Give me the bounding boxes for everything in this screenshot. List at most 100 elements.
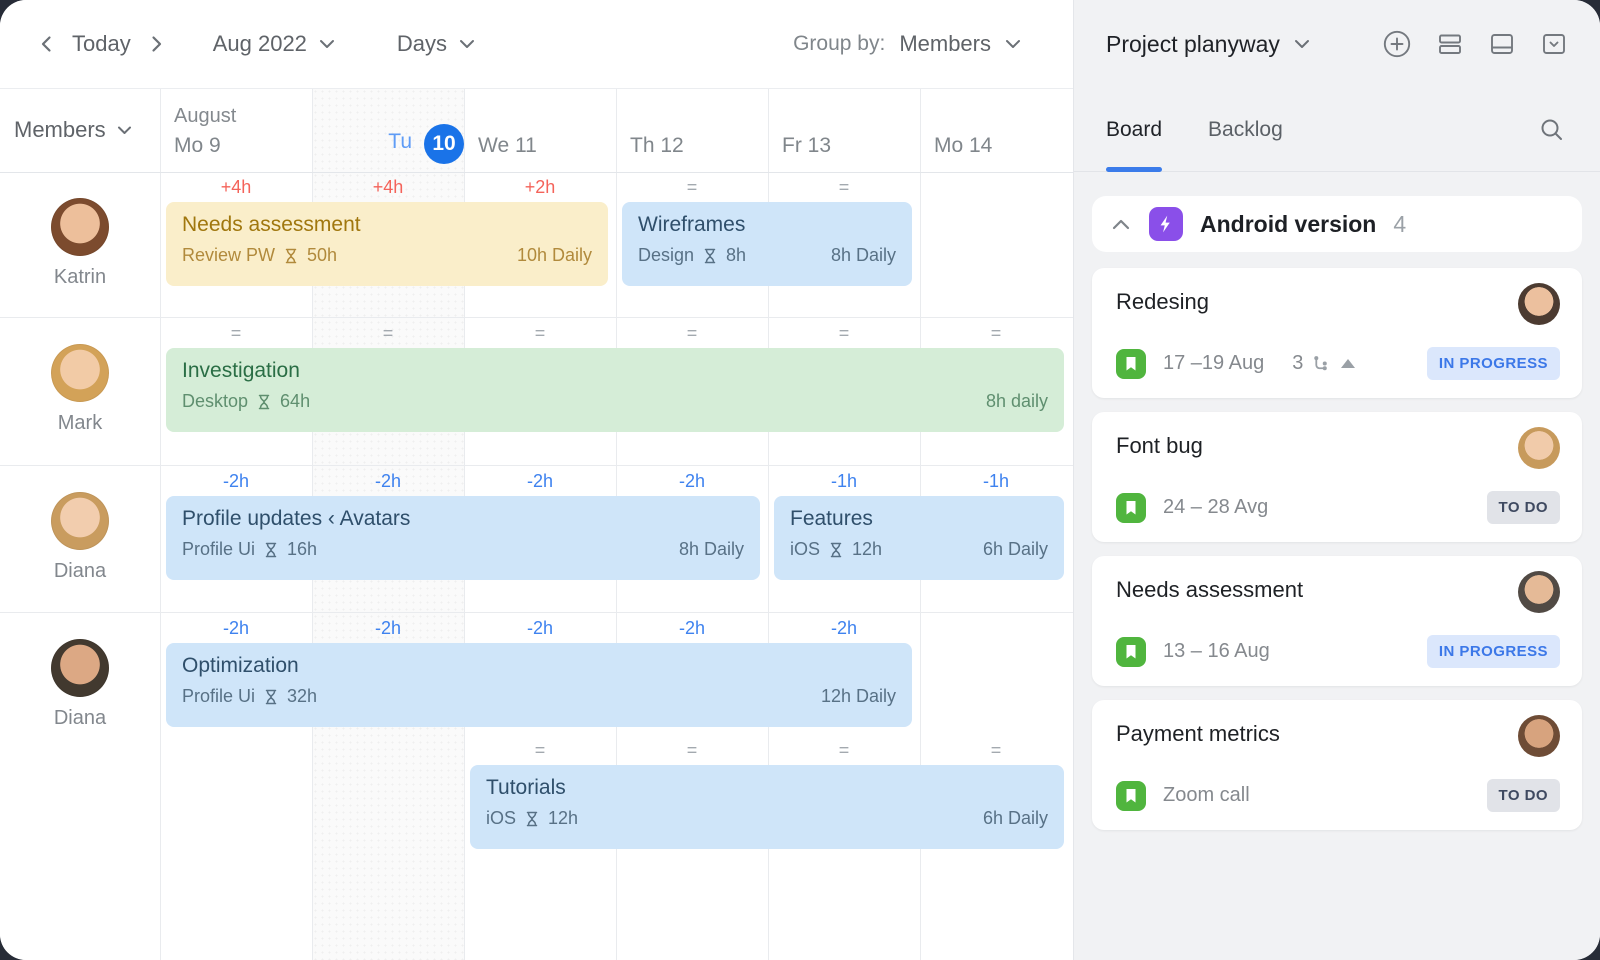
panel-header: Project planyway: [1074, 0, 1600, 88]
tab-backlog[interactable]: Backlog: [1208, 88, 1283, 171]
board-card-redesing[interactable]: Redesing17 –19 Aug3IN PROGRESS: [1092, 268, 1582, 398]
member-name: Diana: [0, 707, 160, 730]
task-title: Needs assessment: [182, 212, 592, 238]
avatar: [1518, 715, 1560, 757]
capacity-delta: -2h: [160, 618, 312, 639]
group-title: Android version: [1200, 211, 1376, 238]
task-bar-features[interactable]: FeaturesiOS12h6h Daily: [774, 496, 1064, 580]
task-details: Desktop64h8h daily: [182, 391, 1048, 412]
capacity-delta: -1h: [768, 471, 920, 492]
board-card-needs-assessment[interactable]: Needs assessment 13 – 16 Aug IN PROGRESS: [1092, 556, 1582, 686]
avatar: [51, 639, 109, 697]
card-footer: 24 – 28 AvgTO DO: [1116, 491, 1560, 524]
task-project-hours: iOS12h: [486, 808, 578, 829]
box-chevron-down-icon: [1540, 30, 1568, 58]
capacity-delta: -2h: [464, 471, 616, 492]
capacity-delta: +4h: [160, 177, 312, 198]
tab-board[interactable]: Board: [1106, 88, 1162, 171]
task-details: iOS12h6h Daily: [486, 808, 1048, 829]
view-dropdown[interactable]: Days: [397, 31, 475, 57]
task-daily-hours: 10h Daily: [517, 245, 592, 266]
task-bar-investigation[interactable]: Investigation Desktop64h8h daily: [166, 348, 1064, 432]
status-badge: IN PROGRESS: [1427, 635, 1560, 668]
planyway-app: Today Aug 2022 Days Group by: Members Me…: [0, 0, 1600, 960]
chevron-up-icon: [1112, 219, 1130, 230]
board-card-font-bug[interactable]: Font bug 24 – 28 AvgTO DO: [1092, 412, 1582, 542]
day-header-mo-9: AugustMo 9: [160, 88, 312, 172]
task-title: Wireframes: [638, 212, 896, 238]
rows-view-button[interactable]: [1434, 28, 1466, 60]
card-date: 24 – 28 Avg: [1163, 496, 1268, 519]
task-details: Profile Ui16h 8h Daily: [182, 539, 744, 560]
subtasks-icon: [1311, 355, 1329, 373]
card-footer: 17 –19 Aug3IN PROGRESS: [1116, 347, 1560, 380]
add-task-button[interactable]: [1380, 27, 1414, 61]
bottom-panel-button[interactable]: [1486, 28, 1518, 60]
avatar: [1518, 283, 1560, 325]
subtasks-control[interactable]: 3: [1292, 352, 1355, 375]
month-dropdown[interactable]: Aug 2022: [213, 31, 335, 57]
month-label: August: [174, 105, 312, 128]
task-bar-profile-updates-avatars[interactable]: Profile updates ‹ Avatars Profile Ui16h 8h…: [166, 496, 760, 580]
task-bar-tutorials[interactable]: TutorialsiOS12h6h Daily: [470, 765, 1064, 849]
day-header-we-11: We 11: [464, 88, 616, 172]
bookmark-icon: [1116, 637, 1146, 667]
task-project: Design: [638, 245, 694, 266]
task-total-hours: 32h: [287, 686, 317, 707]
task-bar-optimization[interactable]: OptimizationProfile Ui32h12h Daily: [166, 643, 912, 727]
task-total-hours: 8h: [726, 245, 746, 266]
task-details: Design8h8h Daily: [638, 245, 896, 266]
task-project: Profile Ui: [182, 686, 255, 707]
next-day-button[interactable]: [139, 27, 173, 61]
task-lane: +4h+4h+2h==Needs assessmentReview PW50h1…: [160, 172, 1073, 292]
member-name: Mark: [0, 412, 160, 435]
capacity-delta: -2h: [616, 471, 768, 492]
task-project-hours: Review PW50h: [182, 245, 337, 266]
card-title: Needs assessment: [1116, 577, 1558, 603]
search-icon: [1538, 116, 1566, 144]
collapse-group-button[interactable]: [1110, 217, 1132, 232]
search-button[interactable]: [1534, 112, 1570, 148]
hourglass-icon: [284, 248, 298, 264]
group-count: 4: [1393, 211, 1406, 238]
status-badge: TO DO: [1487, 779, 1560, 812]
collapse-panel-button[interactable]: [1538, 28, 1570, 60]
calendar-section: Today Aug 2022 Days Group by: Members Me…: [0, 0, 1073, 960]
members-header-dropdown[interactable]: Members: [0, 88, 160, 172]
task-title: Profile updates ‹ Avatars: [182, 506, 744, 532]
card-title: Font bug: [1116, 433, 1558, 459]
task-details: iOS12h6h Daily: [790, 539, 1048, 560]
hourglass-icon: [264, 542, 278, 558]
plus-circle-icon: [1382, 29, 1412, 59]
prev-day-button[interactable]: [30, 27, 64, 61]
today-button[interactable]: Today: [64, 27, 139, 61]
task-project-hours: iOS12h: [790, 539, 882, 560]
panel-tabs: Board Backlog: [1074, 88, 1600, 172]
task-project-hours: Profile Ui16h: [182, 539, 317, 560]
task-title: Investigation: [182, 358, 1048, 384]
task-lane: -2h-2h-2h-2h-2hOptimizationProfile Ui32h…: [160, 613, 1073, 733]
avatar: [1518, 427, 1560, 469]
calendar-toolbar: Today Aug 2022 Days Group by: Members: [0, 0, 1073, 88]
day-label: Th 12: [630, 134, 768, 158]
card-date: 13 – 16 Aug: [1163, 640, 1270, 663]
task-bar-needs-assessment[interactable]: Needs assessment Review PW50h 10h Daily: [166, 202, 608, 286]
chevron-down-icon: [319, 39, 335, 49]
avatar: [51, 492, 109, 550]
hourglass-icon: [525, 811, 539, 827]
task-project: Review PW: [182, 245, 275, 266]
member-row-diana-2: Diana-2h-2h-2h-2h-1h-1hProfile updates ‹…: [0, 466, 1073, 613]
capacity-delta: =: [768, 323, 920, 344]
panel-actions: [1380, 27, 1570, 61]
task-bar-wireframes[interactable]: WireframesDesign8h8h Daily: [622, 202, 912, 286]
chevron-right-icon: [145, 33, 167, 55]
group-by-control[interactable]: Group by: Members: [793, 31, 1021, 57]
board-card-payment-metrics[interactable]: Payment metricsZoom callTO DO: [1092, 700, 1582, 830]
avatar: [51, 198, 109, 256]
task-daily-hours: 8h Daily: [679, 539, 744, 560]
task-details: Profile Ui32h12h Daily: [182, 686, 896, 707]
board-content: Android version 4 Redesing17 –19 Aug3IN …: [1074, 172, 1600, 830]
capacity-delta: -1h: [920, 471, 1072, 492]
bookmark-icon: [1116, 349, 1146, 379]
project-dropdown[interactable]: Project planyway: [1106, 31, 1310, 58]
